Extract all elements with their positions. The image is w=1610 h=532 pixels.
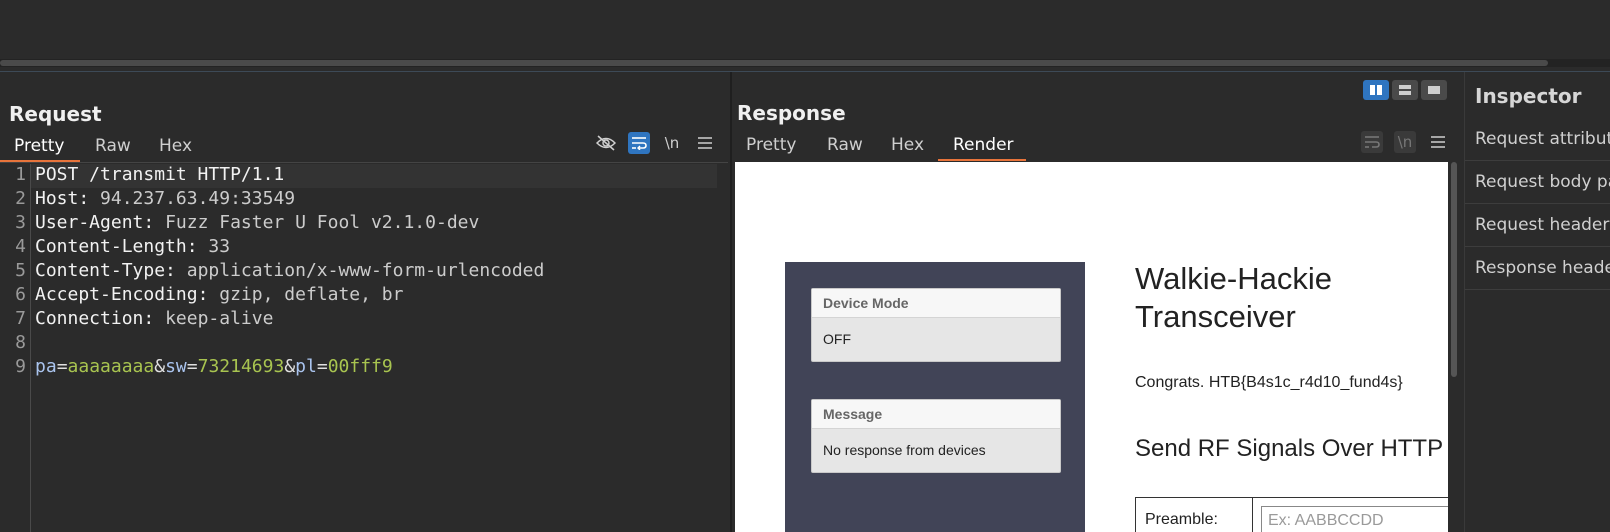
response-tab-raw[interactable]: Raw <box>827 135 863 155</box>
line-number: 1 <box>15 164 26 185</box>
line-number: 6 <box>15 284 26 305</box>
request-pane: Request Pretty Raw Hex \n 1 2 3 4 5 6 7 … <box>0 72 730 532</box>
card-header: Device Mode <box>812 289 1060 318</box>
render-scrollbar[interactable] <box>1448 162 1460 532</box>
line-number: 7 <box>15 308 26 329</box>
param-name: sw <box>165 356 187 377</box>
param-name: pl <box>295 356 317 377</box>
page-title-line: Transceiver <box>1135 299 1296 334</box>
response-pane: Response Pretty Raw Hex Render \n Device… <box>733 72 1462 532</box>
param-value: 73214693 <box>197 356 285 377</box>
param-value: aaaaaaaa <box>67 356 155 377</box>
request-tab-pretty[interactable]: Pretty <box>14 136 64 156</box>
header-name: Connection <box>35 308 144 329</box>
body-line: pa=aaaaaaaa&sw=73214693&pl=00fff9 <box>35 356 393 377</box>
layout-side-by-side-button[interactable] <box>1363 80 1389 100</box>
request-title: Request <box>9 102 102 126</box>
header-line: Connection: keep-alive <box>35 308 274 329</box>
signal-form-table: Preamble: Ex: AABBCCDD <box>1135 497 1448 532</box>
horizontal-scrollbar-thumb[interactable] <box>0 60 1548 66</box>
header-name: User-Agent <box>35 212 144 233</box>
header-line: Content-Type: application/x-www-form-url… <box>35 260 545 281</box>
response-tab-hex[interactable]: Hex <box>891 135 924 155</box>
show-newlines-toggle[interactable]: \n <box>1394 131 1416 153</box>
section-heading: Send RF Signals Over HTTP <box>1135 435 1444 462</box>
active-tab-indicator <box>938 159 1026 161</box>
header-name: Content-Type <box>35 260 166 281</box>
header-value: 33 <box>208 236 231 257</box>
param-name: pa <box>35 356 57 377</box>
line-number: 5 <box>15 260 26 281</box>
layout-single-button[interactable] <box>1421 80 1447 100</box>
layout-stacked-button[interactable] <box>1392 80 1418 100</box>
preamble-label: Preamble: <box>1136 498 1253 532</box>
eye-slash-icon[interactable] <box>595 132 617 154</box>
line-number: 8 <box>15 332 26 353</box>
line-number: 2 <box>15 188 26 209</box>
device-mode-value: OFF <box>823 331 851 347</box>
line-number: 3 <box>15 212 26 233</box>
preamble-input[interactable]: Ex: AABBCCDD <box>1261 506 1448 532</box>
header-name: Host <box>35 188 79 209</box>
menu-icon[interactable] <box>694 132 716 154</box>
header-value: gzip, deflate, br <box>219 284 404 305</box>
header-value: 94.237.63.49:33549 <box>100 188 296 209</box>
wrap-lines-icon[interactable] <box>1361 131 1383 153</box>
show-newlines-toggle[interactable]: \n <box>661 132 683 154</box>
device-mode-card: Device Mode OFF <box>811 288 1061 362</box>
device-panel: Device Mode OFF Message No response from… <box>785 262 1085 532</box>
header-line: Host: 94.237.63.49:33549 <box>35 188 296 209</box>
request-editor[interactable]: 1 2 3 4 5 6 7 8 9 POST /transmit HTTP/1.… <box>0 164 730 532</box>
header-value: Fuzz Faster U Fool v2.1.0-dev <box>165 212 480 233</box>
inspector-item-request-attributes[interactable]: Request attributes <box>1465 118 1610 161</box>
header-line: Content-Length: 33 <box>35 236 231 257</box>
wrap-lines-icon[interactable] <box>628 132 650 154</box>
inspector-item-request-headers[interactable]: Request headers <box>1465 204 1610 247</box>
request-tab-hex[interactable]: Hex <box>159 136 192 156</box>
page-title-line: Walkie-Hackie <box>1135 261 1332 296</box>
menu-icon[interactable] <box>1427 131 1449 153</box>
param-value: 00fff9 <box>327 356 393 377</box>
inspector-panel: Inspector Request attributes Request bod… <box>1464 72 1610 532</box>
header-value: keep-alive <box>165 308 274 329</box>
page-title: Walkie-Hackie Transceiver <box>1135 260 1332 336</box>
card-header: Message <box>812 400 1060 429</box>
header-name: Content-Length <box>35 236 187 257</box>
request-tab-raw[interactable]: Raw <box>95 136 131 156</box>
header-line: Accept-Encoding: gzip, deflate, br <box>35 284 404 305</box>
response-tab-render[interactable]: Render <box>953 135 1014 155</box>
header-name: Accept-Encoding <box>35 284 198 305</box>
line-number: 9 <box>15 356 26 377</box>
tabs-separator <box>0 162 728 163</box>
line-number: 4 <box>15 236 26 257</box>
header-value: application/x-www-form-urlencoded <box>186 260 545 281</box>
header-line: User-Agent: Fuzz Faster U Fool v2.1.0-de… <box>35 212 480 233</box>
inspector-title: Inspector <box>1475 84 1582 108</box>
request-line: POST /transmit HTTP/1.1 <box>35 164 285 185</box>
response-title: Response <box>737 101 846 125</box>
render-scrollbar-thumb[interactable] <box>1451 162 1457 377</box>
inspector-item-response-headers[interactable]: Response headers <box>1465 247 1610 290</box>
response-tab-pretty[interactable]: Pretty <box>746 135 796 155</box>
flag-text: Congrats. HTB{B4s1c_r4d10_fund4s} <box>1135 374 1403 391</box>
inspector-item-request-body-parameters[interactable]: Request body parameters <box>1465 161 1610 204</box>
message-card: Message No response from devices <box>811 399 1061 473</box>
message-value: No response from devices <box>823 442 986 458</box>
rendered-response: Device Mode OFF Message No response from… <box>735 162 1448 532</box>
pane-splitter[interactable] <box>730 72 732 532</box>
